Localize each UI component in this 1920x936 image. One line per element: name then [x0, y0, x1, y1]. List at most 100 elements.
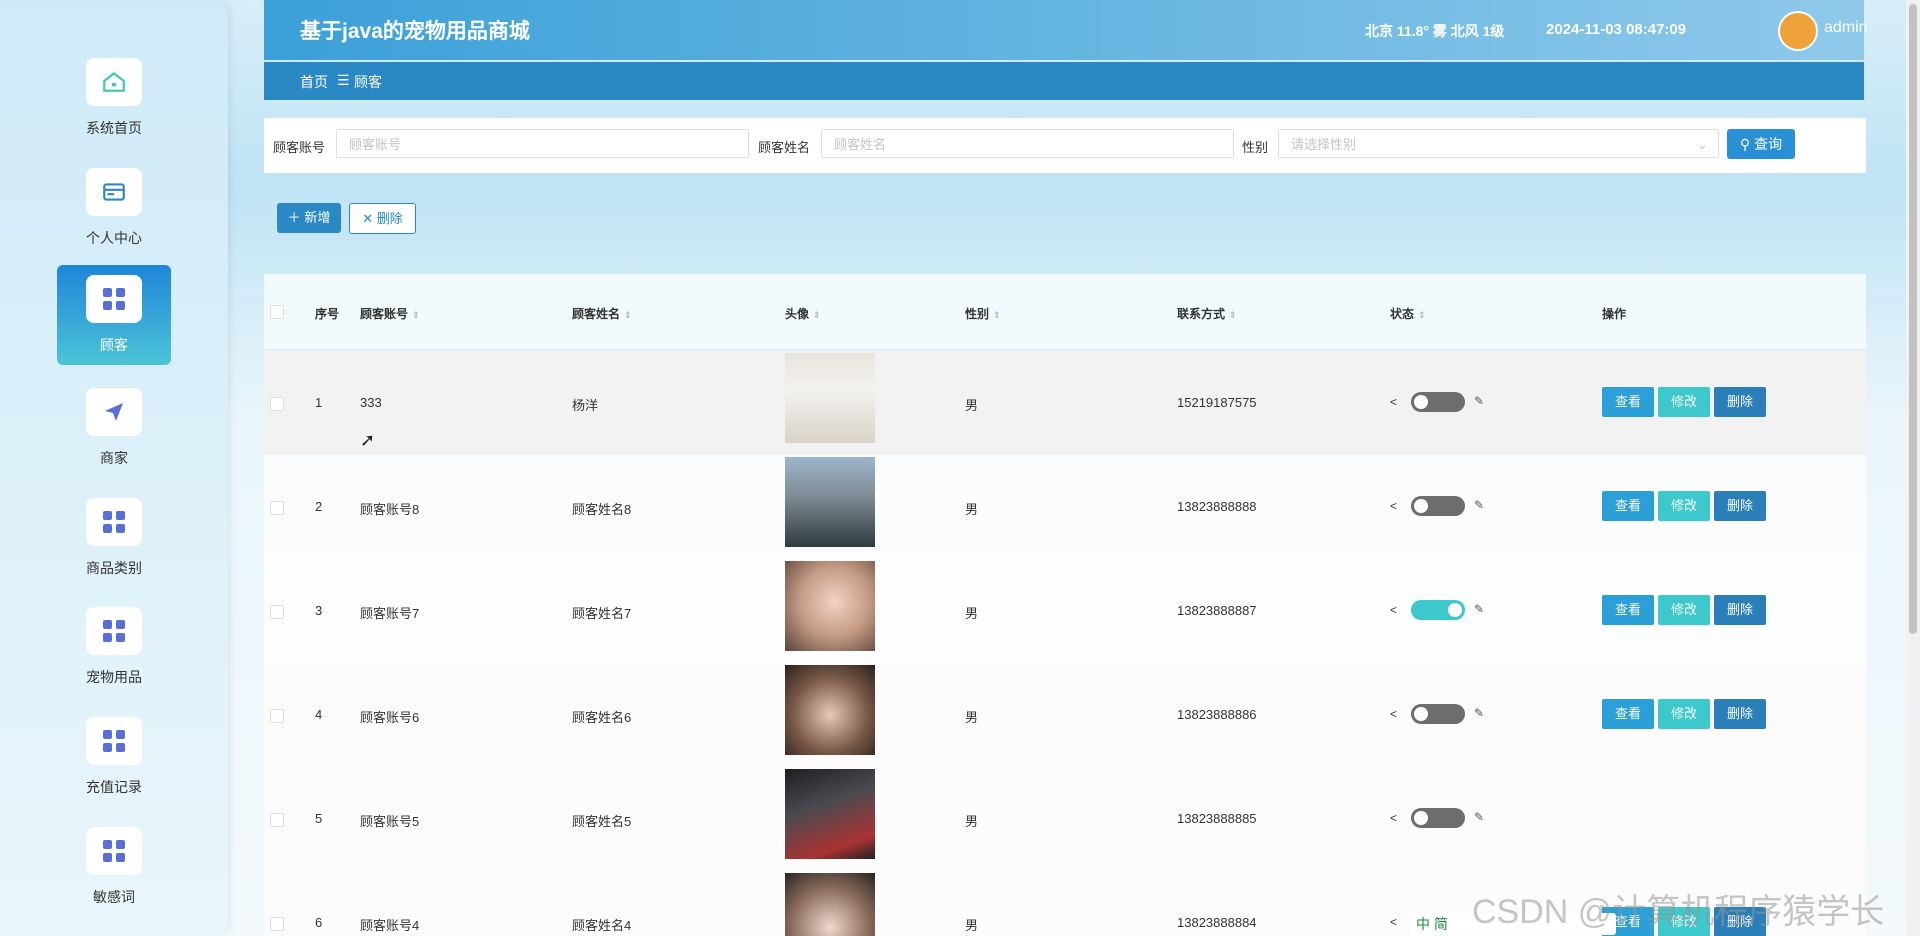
cell-index: 4: [315, 707, 323, 722]
view-button[interactable]: 查看: [1602, 699, 1654, 729]
row-checkbox[interactable]: [270, 709, 284, 723]
row-checkbox[interactable]: [270, 605, 284, 619]
query-button[interactable]: ⚲ 查询: [1727, 129, 1795, 159]
avatar-photo[interactable]: [785, 665, 875, 755]
cell-gender: 男: [965, 398, 979, 413]
avatar[interactable]: [1778, 11, 1818, 51]
edit-icon[interactable]: ✎: [1474, 394, 1484, 408]
row-checkbox[interactable]: [270, 397, 284, 411]
edit-button[interactable]: 修改: [1658, 387, 1710, 417]
sidebar-item-profile[interactable]: 个人中心: [57, 158, 171, 258]
share-icon[interactable]: <: [1390, 603, 1397, 617]
name-label: 顾客姓名: [758, 140, 811, 155]
vertical-scrollbar[interactable]: [1906, 0, 1920, 936]
sidebar-item-categories[interactable]: 商品类别: [57, 488, 171, 588]
name-search-input[interactable]: 顾客姓名: [821, 129, 1234, 158]
sidebar-item-merchants[interactable]: 商家: [57, 378, 171, 478]
header-actions: 操作: [1602, 307, 1627, 321]
view-button[interactable]: 查看: [1602, 595, 1654, 625]
header-name[interactable]: 顾客姓名 ⇕: [572, 305, 632, 322]
toggle-knob: [1414, 499, 1428, 513]
edit-icon[interactable]: ✎: [1474, 706, 1484, 720]
row-checkbox[interactable]: [270, 813, 284, 827]
view-button[interactable]: 查看: [1602, 387, 1654, 417]
edit-button[interactable]: 修改: [1658, 699, 1710, 729]
select-all-checkbox[interactable]: [270, 305, 284, 319]
toggle-knob: [1448, 603, 1462, 617]
share-icon[interactable]: <: [1390, 811, 1397, 825]
cell-phone: 15219187575: [1177, 395, 1257, 410]
sort-icon[interactable]: ⇕: [993, 310, 1001, 320]
paper-plane-icon: [86, 388, 142, 436]
avatar-photo[interactable]: [785, 769, 875, 859]
sidebar-item-pet-supplies[interactable]: 宠物用品: [57, 597, 171, 697]
view-button[interactable]: 查看: [1602, 491, 1654, 521]
header-label: 性别: [965, 307, 990, 321]
sort-icon[interactable]: ⇕: [412, 310, 420, 320]
avatar-photo[interactable]: [785, 561, 875, 651]
avatar-photo[interactable]: [785, 353, 875, 443]
add-button[interactable]: ＋ 新增: [277, 203, 341, 233]
cell-gender: 男: [965, 502, 979, 517]
breadcrumb: 首页 ☰ 顾客: [264, 62, 1864, 100]
cell-name: 顾客姓名4: [572, 918, 632, 933]
header-phone[interactable]: 联系方式 ⇕: [1177, 305, 1237, 322]
cell-phone: 13823888884: [1177, 915, 1257, 930]
edit-icon[interactable]: ✎: [1474, 810, 1484, 824]
grid-icon: [86, 717, 142, 765]
cell-phone: 13823888886: [1177, 707, 1257, 722]
cell-gender: 男: [965, 918, 979, 933]
delete-button[interactable]: 删除: [1714, 595, 1766, 625]
delete-button[interactable]: 删除: [1714, 491, 1766, 521]
edit-icon[interactable]: ✎: [1474, 602, 1484, 616]
header-gender[interactable]: 性别 ⇕: [965, 305, 1001, 322]
avatar-photo[interactable]: [785, 457, 875, 547]
scrollbar-thumb[interactable]: [1909, 4, 1917, 634]
delete-button-label: 删除: [376, 211, 403, 226]
username[interactable]: admin: [1824, 19, 1868, 37]
avatar-photo[interactable]: [785, 873, 875, 936]
status-toggle[interactable]: [1411, 808, 1465, 828]
header-status[interactable]: 状态 ⇕: [1390, 305, 1426, 322]
batch-delete-button[interactable]: ✕ 删除: [349, 203, 416, 234]
gender-select[interactable]: 请选择性别 ⌄: [1278, 129, 1719, 158]
row-checkbox[interactable]: [270, 917, 284, 931]
edit-icon[interactable]: ✎: [1474, 498, 1484, 512]
sidebar-item-customers[interactable]: 顾客: [57, 265, 171, 365]
cell-index: 5: [315, 811, 323, 826]
sort-icon[interactable]: ⇕: [1229, 310, 1237, 320]
delete-button[interactable]: 删除: [1714, 699, 1766, 729]
sidebar-item-home[interactable]: 系统首页: [57, 48, 171, 148]
delete-button[interactable]: 删除: [1714, 387, 1766, 417]
header-account[interactable]: 顾客账号 ⇕: [360, 305, 420, 322]
header-avatar[interactable]: 头像 ⇕: [785, 305, 821, 322]
status-toggle[interactable]: [1411, 392, 1465, 412]
share-icon[interactable]: <: [1390, 499, 1397, 513]
breadcrumb-home[interactable]: 首页: [300, 72, 328, 92]
cell-account: 顾客账号5: [360, 814, 420, 829]
status-toggle[interactable]: [1411, 600, 1465, 620]
sort-icon[interactable]: ⇕: [813, 310, 821, 320]
toggle-knob: [1414, 707, 1428, 721]
edit-button[interactable]: 修改: [1658, 595, 1710, 625]
table-row: 2 顾客账号8 顾客姓名8 男 13823888888 < ✎ 查看 修改 删除: [264, 455, 1866, 559]
grid-icon: [86, 827, 142, 875]
share-icon[interactable]: <: [1390, 915, 1397, 929]
sidebar-item-label: 系统首页: [86, 120, 142, 136]
sort-icon[interactable]: ⇕: [624, 310, 632, 320]
status-toggle[interactable]: [1411, 704, 1465, 724]
edit-button[interactable]: 修改: [1658, 491, 1710, 521]
header-label: 顾客姓名: [572, 307, 621, 321]
share-icon[interactable]: <: [1390, 395, 1397, 409]
cell-name: 顾客姓名8: [572, 502, 632, 517]
sort-icon[interactable]: ⇕: [1418, 310, 1426, 320]
cell-phone: 13823888888: [1177, 499, 1257, 514]
account-search-input[interactable]: 顾客账号: [336, 129, 749, 158]
query-button-label: 查询: [1754, 136, 1783, 152]
share-icon[interactable]: <: [1390, 707, 1397, 721]
status-toggle[interactable]: [1411, 496, 1465, 516]
header-label: 联系方式: [1177, 307, 1226, 321]
row-checkbox[interactable]: [270, 501, 284, 515]
sidebar-item-recharge[interactable]: 充值记录: [57, 707, 171, 807]
sidebar-item-sensitive-words[interactable]: 敏感词: [57, 817, 171, 917]
